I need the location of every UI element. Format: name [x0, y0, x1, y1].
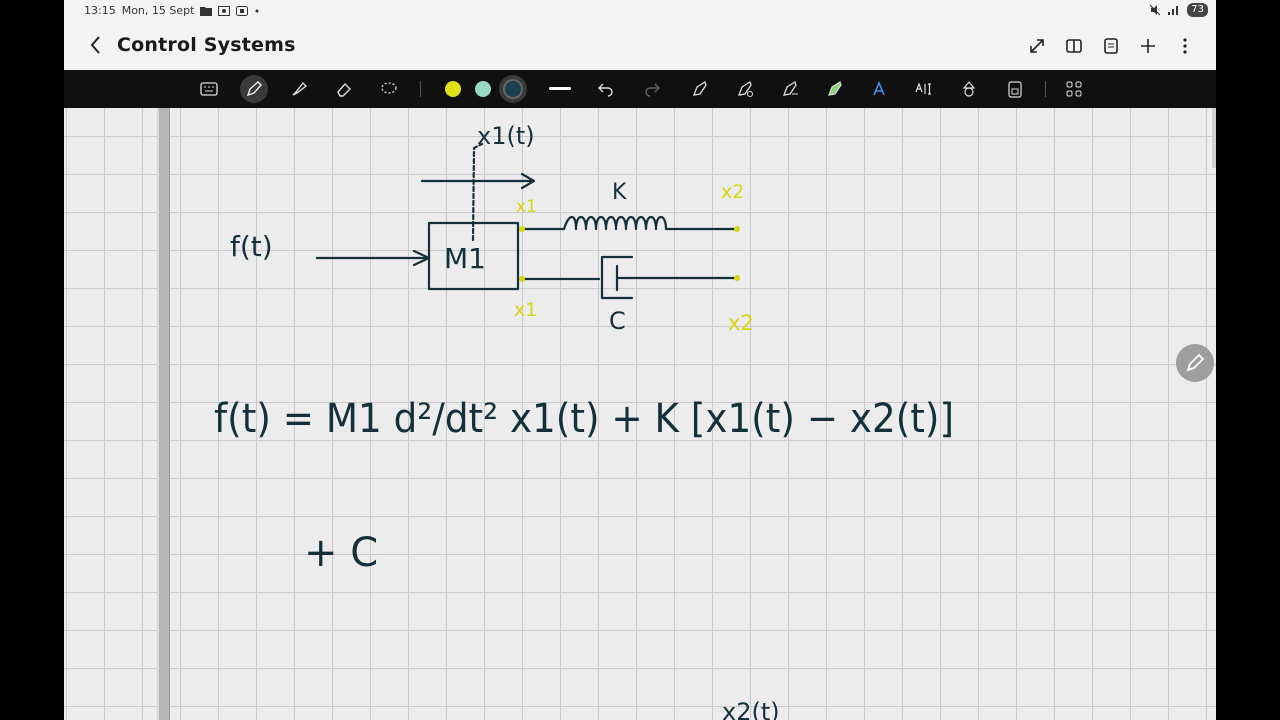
shape-icon[interactable]	[686, 75, 714, 103]
keyboard-icon[interactable]	[195, 75, 223, 103]
redo-icon[interactable]	[638, 75, 666, 103]
shapes-icon[interactable]	[955, 75, 983, 103]
partial-bottom-text: x2(t)	[722, 698, 780, 720]
force-arrow	[315, 249, 431, 267]
chevron-left-icon[interactable]	[84, 32, 108, 58]
note-canvas[interactable]: x1(t) f(t) M1 K C x1 x2 x1 x2 f(t) = M1 …	[64, 108, 1216, 720]
displacement-label: x1(t)	[477, 122, 535, 150]
letterbox-left	[0, 0, 64, 720]
node-label-x2-bottom: x2	[728, 311, 754, 335]
node-label-x1-bottom: x1	[514, 299, 537, 321]
status-date: Mon, 15 Sept	[121, 4, 195, 17]
equation-line-2: + C	[304, 530, 378, 576]
spring-label: K	[612, 180, 627, 205]
node-highlights	[519, 226, 740, 282]
pen-settings-icon[interactable]	[731, 75, 759, 103]
notes-app: 13:15 Mon, 15 Sept 73 Control Systems x1…	[64, 0, 1216, 720]
undo-icon[interactable]	[592, 75, 620, 103]
force-label: f(t)	[230, 230, 273, 263]
displacement-dashed-line	[471, 142, 484, 242]
node-label-x1-top: x1	[516, 197, 537, 217]
highlight-pen-icon[interactable]	[821, 75, 849, 103]
pencil-icon	[1186, 353, 1205, 372]
damper-label: C	[609, 307, 626, 335]
page-title: Control Systems	[117, 34, 296, 56]
dot-icon	[255, 9, 259, 12]
color-teal[interactable]	[469, 75, 497, 103]
displacement-arrow	[420, 172, 536, 190]
lock-icon[interactable]	[1001, 75, 1029, 103]
grid-menu-icon[interactable]	[1060, 75, 1088, 103]
book-view-icon[interactable]	[1062, 34, 1085, 57]
stroke-width-icon[interactable]	[546, 75, 574, 103]
handwriting-layer: x1(t) f(t) M1 K C x1 x2 x1 x2 f(t) = M1 …	[214, 122, 954, 720]
damper-symbol	[517, 255, 739, 300]
status-time: 13:15	[84, 4, 116, 17]
screen-record-icon	[218, 5, 231, 16]
battery-indicator: 73	[1187, 3, 1208, 17]
folder-icon	[200, 6, 213, 16]
text-recognition-icon[interactable]	[910, 75, 938, 103]
spring-symbol	[517, 215, 739, 231]
eraser-icon[interactable]	[330, 75, 358, 103]
mute-icon	[1149, 4, 1161, 16]
mass-label: M1	[444, 242, 486, 275]
more-vertical-icon[interactable]	[1173, 34, 1196, 57]
node-label-x2-top: x2	[721, 181, 744, 203]
text-icon[interactable]	[865, 75, 893, 103]
letterbox-right	[1216, 0, 1280, 720]
edit-fab[interactable]	[1176, 344, 1214, 382]
highlighter-icon[interactable]	[285, 75, 313, 103]
title-actions	[1025, 34, 1196, 57]
equation-line-1: f(t) = M1 d²/dt² x1(t) + K [x1(t) − x2(t…	[214, 396, 954, 442]
lasso-icon[interactable]	[375, 75, 403, 103]
color-yellow[interactable]	[439, 75, 467, 103]
page-settings-icon[interactable]	[1099, 34, 1122, 57]
title-bar: Control Systems	[64, 22, 1216, 70]
signal-icon	[1168, 6, 1179, 15]
mass-spring-damper-diagram	[315, 142, 739, 300]
toolbar-divider	[420, 81, 421, 97]
pen-icon[interactable]	[240, 75, 268, 103]
status-bar: 13:15 Mon, 15 Sept 73	[64, 0, 1216, 22]
toolbar-divider	[1045, 81, 1046, 97]
drawing-toolbar	[64, 70, 1216, 108]
add-icon[interactable]	[1136, 34, 1159, 57]
expand-icon[interactable]	[1025, 34, 1048, 57]
text-pen-icon[interactable]	[776, 75, 804, 103]
color-navy[interactable]	[499, 75, 527, 103]
screenshot-icon	[236, 5, 249, 16]
